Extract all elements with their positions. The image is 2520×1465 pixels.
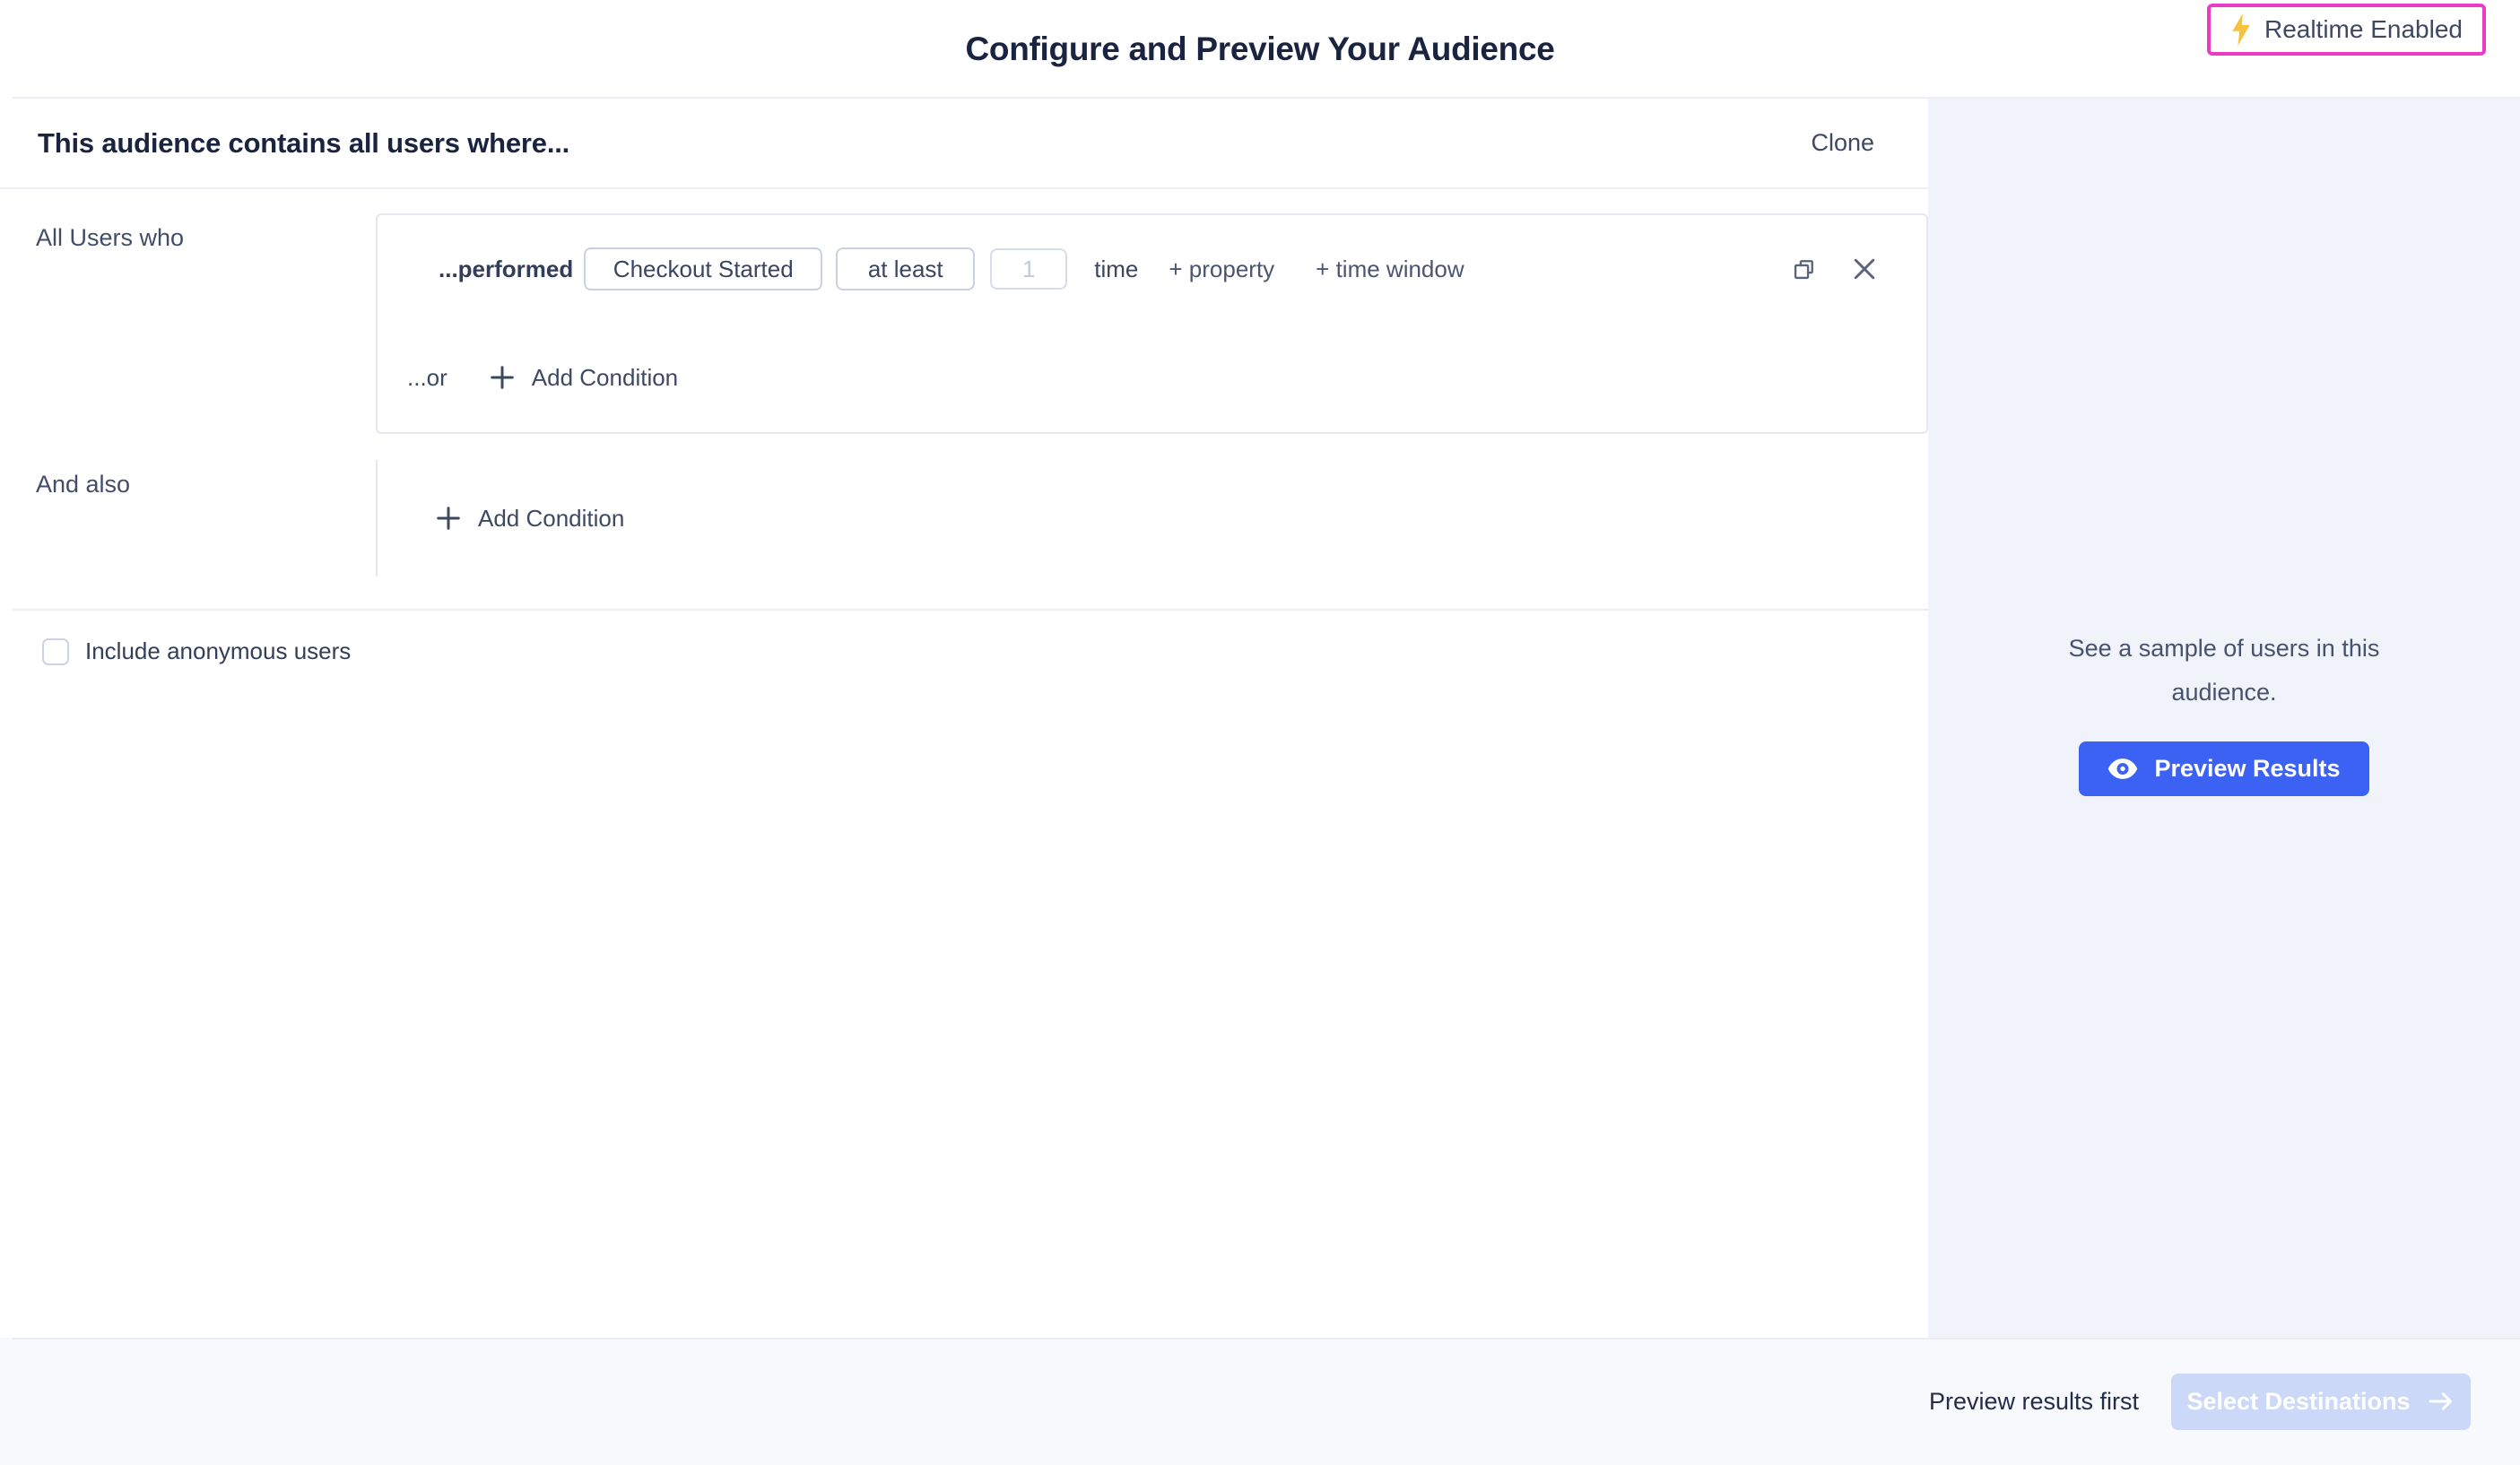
and-also-panel: Add Condition bbox=[376, 460, 1928, 576]
duplicate-condition-button[interactable] bbox=[1792, 256, 1817, 282]
select-destinations-button[interactable]: Select Destinations bbox=[2171, 1374, 2471, 1430]
plus-icon bbox=[435, 505, 462, 532]
condition-row: ...performed Checkout Started at least t… bbox=[439, 247, 1876, 290]
close-icon bbox=[1853, 257, 1876, 281]
include-anonymous-row[interactable]: Include anonymous users bbox=[42, 637, 1928, 665]
builder-row-and-also: And also Add Condition bbox=[0, 460, 1928, 576]
preview-message-line1: See a sample of users in this bbox=[2069, 627, 2380, 671]
count-suffix-label: time bbox=[1094, 256, 1138, 283]
or-add-condition-button[interactable]: Add Condition bbox=[489, 364, 678, 392]
footer-bar: Preview results first Select Destination… bbox=[0, 1338, 2520, 1465]
row-label-and-also: And also bbox=[0, 460, 376, 576]
page-header: Configure and Preview Your Audience Real… bbox=[0, 0, 2520, 99]
condition-builder: All Users who ...performed Checkout Star… bbox=[0, 189, 1928, 1338]
preview-message: See a sample of users in this audience. bbox=[2069, 627, 2380, 715]
or-label: ...or bbox=[407, 364, 448, 392]
footer-hint-text: Preview results first bbox=[1929, 1388, 2139, 1416]
preview-side-panel: See a sample of users in this audience. … bbox=[1928, 99, 2520, 1338]
preview-results-label: Preview Results bbox=[2154, 755, 2340, 783]
plus-icon bbox=[489, 364, 516, 391]
add-property-button[interactable]: + property bbox=[1169, 256, 1274, 283]
select-destinations-label: Select Destinations bbox=[2186, 1388, 2410, 1416]
remove-condition-button[interactable] bbox=[1853, 257, 1876, 281]
condition-card: ...performed Checkout Started at least t… bbox=[376, 213, 1928, 434]
clone-button[interactable]: Clone bbox=[1811, 129, 1874, 157]
include-anonymous-label: Include anonymous users bbox=[85, 637, 351, 665]
section-divider bbox=[13, 609, 1928, 611]
add-time-window-button[interactable]: + time window bbox=[1316, 256, 1464, 283]
builder-main: This audience contains all users where..… bbox=[0, 99, 1928, 1338]
operator-select-button[interactable]: at least bbox=[836, 247, 975, 290]
preview-message-line2: audience. bbox=[2069, 671, 2380, 715]
and-also-add-condition-button[interactable]: Add Condition bbox=[435, 505, 624, 533]
content-area: This audience contains all users where..… bbox=[0, 99, 2520, 1338]
realtime-enabled-label: Realtime Enabled bbox=[2264, 15, 2463, 44]
audience-header: This audience contains all users where..… bbox=[0, 99, 1928, 189]
or-row: ...or Add Condition bbox=[407, 362, 1876, 393]
performed-label: ...performed bbox=[439, 256, 573, 283]
event-select-button[interactable]: Checkout Started bbox=[584, 247, 822, 290]
page-title: Configure and Preview Your Audience bbox=[966, 30, 1555, 68]
lightning-bolt-icon bbox=[2230, 13, 2252, 46]
duplicate-icon bbox=[1792, 256, 1817, 282]
include-anonymous-checkbox[interactable] bbox=[42, 638, 69, 665]
add-condition-label: Add Condition bbox=[532, 364, 678, 392]
row-label-all-users-who: All Users who bbox=[0, 213, 376, 434]
builder-row-all-users: All Users who ...performed Checkout Star… bbox=[0, 213, 1928, 434]
eye-icon bbox=[2107, 759, 2138, 779]
condition-actions bbox=[1792, 256, 1876, 282]
arrow-right-icon bbox=[2427, 1391, 2455, 1412]
preview-results-button[interactable]: Preview Results bbox=[2079, 741, 2368, 796]
realtime-enabled-badge: Realtime Enabled bbox=[2207, 4, 2486, 56]
audience-heading: This audience contains all users where..… bbox=[38, 127, 1811, 160]
audience-builder-page: Configure and Preview Your Audience Real… bbox=[0, 0, 2520, 1465]
add-condition-label: Add Condition bbox=[478, 505, 624, 533]
count-input[interactable] bbox=[990, 248, 1067, 290]
